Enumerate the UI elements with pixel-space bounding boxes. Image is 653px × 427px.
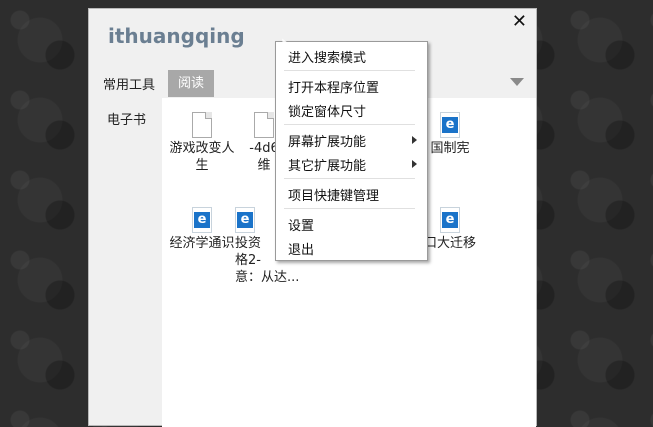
menu-separator: [284, 124, 415, 125]
menu-item-lock-size[interactable]: 锁定窗体尺寸: [288, 101, 366, 120]
menu-item-search-mode[interactable]: 进入搜索模式: [288, 47, 366, 66]
menu-item-exit[interactable]: 退出: [288, 239, 314, 258]
list-item[interactable]: e 国制宪: [422, 112, 478, 157]
menu-item-open-location[interactable]: 打开本程序位置: [288, 77, 379, 96]
ie-icon: e: [235, 207, 255, 233]
menu-separator: [284, 208, 415, 209]
menu-separator: [284, 178, 415, 179]
submenu-arrow-icon: [412, 160, 417, 168]
item-label: 经济学通识: [169, 236, 235, 251]
sidebar: 电子书: [89, 98, 162, 427]
ie-icon: e: [440, 112, 460, 138]
menu-item-settings[interactable]: 设置: [288, 215, 314, 234]
menu-item-shortcut-manager[interactable]: 项目快捷键管理: [288, 185, 379, 204]
document-icon: [192, 112, 212, 138]
item-label: 国制宪: [430, 141, 470, 156]
tab-read[interactable]: 阅读: [168, 70, 214, 97]
close-button[interactable]: ✕: [512, 11, 527, 32]
list-item[interactable]: e 经济学通识: [165, 207, 239, 252]
context-menu: 进入搜索模式 打开本程序位置 锁定窗体尺寸 屏幕扩展功能 其它扩展功能 项目快捷…: [275, 41, 428, 261]
menu-item-other-ext[interactable]: 其它扩展功能: [288, 155, 366, 174]
submenu-arrow-icon: [412, 136, 417, 144]
menu-item-screen-ext[interactable]: 屏幕扩展功能: [288, 131, 366, 150]
chevron-down-icon[interactable]: [510, 78, 524, 86]
tab-common-tools[interactable]: 常用工具: [103, 74, 155, 93]
app-title: ithuangqing: [108, 24, 245, 48]
ie-icon: e: [192, 207, 212, 233]
sidebar-item-ebook[interactable]: 电子书: [107, 109, 146, 128]
ie-icon: e: [440, 207, 460, 233]
document-icon: [254, 112, 274, 138]
menu-separator: [284, 70, 415, 71]
